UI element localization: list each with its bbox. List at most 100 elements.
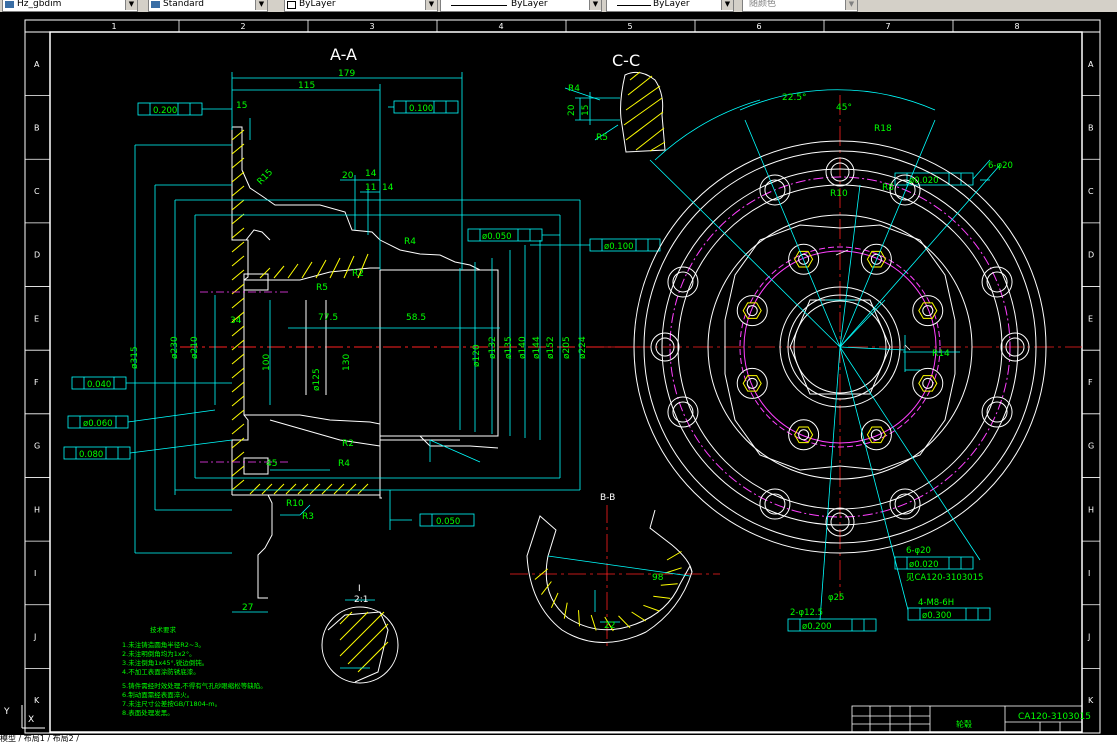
color-swatch-icon: [287, 1, 296, 9]
note-line: 8.表面处理发黑。: [122, 708, 174, 717]
dim-22deg: 22.5°: [782, 93, 807, 103]
dim-14b: 14: [382, 183, 394, 193]
dim-r2b: R2: [342, 439, 354, 449]
fcf-050b: 0.050: [436, 517, 460, 527]
fcf-080: 0.080: [79, 450, 103, 460]
dim-11: 11: [365, 183, 376, 193]
hole-6-top: 6-φ20: [988, 161, 1013, 171]
frame-row-label: D: [34, 251, 40, 260]
ref-part: 见CA120-3103015: [906, 573, 983, 583]
part-name: 轮毂: [956, 719, 972, 729]
frame-row-label: D: [1088, 251, 1094, 260]
chevron-down-icon[interactable]: ▼: [589, 0, 601, 10]
dim-r8: R8: [882, 183, 894, 193]
ucs-x-label: X: [28, 715, 34, 725]
frame-row-label: J: [1087, 633, 1090, 642]
linetype-combo[interactable]: ByLayer ▼: [440, 0, 602, 12]
dim-58: 58.5: [406, 313, 426, 323]
notes-title: 技术要求: [150, 625, 177, 634]
fcf-060: ø0.060: [83, 419, 113, 429]
frame-column-label: 5: [628, 22, 633, 31]
dim-45deg: 45°: [836, 103, 852, 113]
dim-210: ø210: [190, 336, 200, 359]
dim-27: 27: [242, 603, 253, 613]
bb-22: 22: [604, 621, 615, 631]
dim-r3: R3: [302, 512, 314, 522]
dim-r14: R14: [932, 349, 950, 359]
note-line: 1.未注铸造圆角半径R2~3。: [122, 640, 205, 649]
frame-column-label: 6: [757, 22, 762, 31]
layout-tabs[interactable]: 模型 / 布局1 / 布局2 /: [0, 735, 1117, 743]
frame-row-label: J: [33, 633, 36, 642]
ucs-y-label: Y: [3, 707, 10, 717]
frame-row-label: A: [1088, 60, 1094, 69]
chevron-down-icon[interactable]: ▼: [721, 0, 733, 10]
thread-spec: 4-M8-6H: [918, 598, 954, 608]
dim-140: ø140: [518, 336, 528, 359]
frame-column-label: 2: [241, 22, 246, 31]
frame-row-label: H: [1088, 505, 1094, 514]
section-cc-label: C-C: [612, 51, 640, 70]
fcf-300: ø0.300: [922, 611, 952, 621]
frame-row-label: C: [1088, 187, 1094, 196]
frame-column-label: 1: [112, 22, 117, 31]
cc-20: 20: [567, 104, 577, 116]
fcf-100b: ø0.100: [604, 242, 634, 252]
fcf-040: 0.040: [87, 380, 111, 390]
dim-45: 45: [266, 459, 277, 469]
dim-r18: R18: [874, 124, 892, 134]
section-bb-label: B-B: [600, 493, 615, 503]
dim-r4b: R4: [338, 459, 350, 469]
detail-scale-label: 2:1: [354, 595, 368, 605]
frame-row-label: K: [34, 696, 40, 705]
fcf-020a: ø0.020: [909, 176, 939, 186]
dim-14a: 14: [365, 169, 377, 179]
dim-r10b: R10: [830, 189, 848, 199]
drawing-canvas[interactable]: 12345678 A AB BC CD DE EF FG GH HI IJ JK K: [0, 12, 1117, 735]
frame-column-label: 8: [1015, 22, 1020, 31]
text-style-combo[interactable]: Hz_gbdim ▼: [2, 0, 138, 12]
note-line: 5.铸件需经时效处理,不得有气孔砂眼缩松等缺陷。: [122, 681, 267, 690]
linetype-preview: [451, 5, 507, 6]
chevron-down-icon[interactable]: ▼: [425, 0, 437, 10]
dim-132: ø132: [488, 336, 498, 359]
note-line: 7.未注尺寸公差按GB/T1804-m。: [122, 699, 221, 708]
frame-row-label: G: [34, 442, 40, 451]
dim-15: 15: [236, 101, 247, 111]
lineweight-combo[interactable]: ByLayer ▼: [606, 0, 734, 12]
frame-row-label: K: [1088, 696, 1094, 705]
dim-115: 115: [298, 81, 315, 91]
plot-style-combo[interactable]: 随颜色 ▼: [742, 0, 858, 12]
layer-color-combo[interactable]: ByLayer ▼: [284, 0, 438, 12]
detail-i-label: I: [358, 584, 361, 594]
fcf-050: ø0.050: [482, 232, 512, 242]
dim-r10a: R10: [286, 499, 304, 509]
dim-20: 20: [342, 171, 354, 181]
frame-row-label: I: [34, 569, 36, 578]
dim-style-combo[interactable]: Standard ▼: [148, 0, 268, 12]
dim-77: 77.5: [318, 313, 338, 323]
dim-179: 179: [338, 69, 355, 79]
chevron-down-icon[interactable]: ▼: [255, 0, 267, 10]
frame-row-label: G: [1088, 442, 1094, 451]
dim-100: 100: [262, 354, 272, 371]
fcf-200: 0.200: [153, 106, 177, 116]
bb-98: 98: [652, 573, 664, 583]
lineweight-preview: [617, 5, 651, 6]
cc-r4: R4: [568, 84, 580, 94]
note-line: 3.未注倒角1x45°,锐边倒钝。: [122, 658, 208, 667]
dim-144: ø144: [532, 336, 542, 359]
chevron-down-icon[interactable]: ▼: [845, 0, 857, 10]
section-aa-label: A-A: [330, 45, 357, 64]
dim-34: 34: [230, 316, 242, 326]
dim-205: ø205: [562, 336, 572, 359]
dim-r5: R5: [316, 283, 328, 293]
dim-120: ø120: [472, 344, 482, 367]
dim-d25: φ25: [828, 593, 844, 603]
frame-column-label: 3: [370, 22, 375, 31]
chevron-down-icon[interactable]: ▼: [125, 0, 137, 10]
frame-row-label: B: [1088, 123, 1094, 132]
frame-column-label: 4: [499, 22, 504, 31]
dim-r2a: R2: [352, 269, 364, 279]
dim-230: ø230: [170, 336, 180, 359]
